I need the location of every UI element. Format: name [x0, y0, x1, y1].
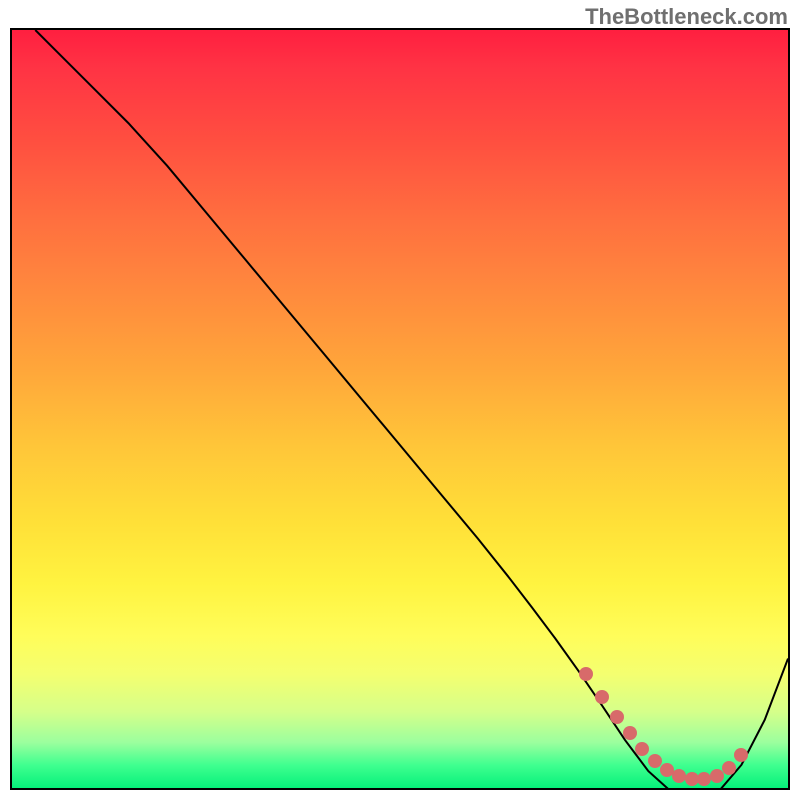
watermark-text: TheBottleneck.com	[585, 4, 788, 30]
highlight-dot	[635, 742, 649, 756]
highlight-dot	[734, 748, 748, 762]
highlight-dot	[623, 726, 637, 740]
highlight-dot	[595, 690, 609, 704]
highlight-dot	[648, 754, 662, 768]
chart-highlight-dots	[12, 30, 788, 788]
highlight-dot	[610, 710, 624, 724]
highlight-dot	[710, 769, 724, 783]
highlight-dot	[579, 667, 593, 681]
chart-area	[10, 28, 790, 790]
highlight-dot	[722, 761, 736, 775]
